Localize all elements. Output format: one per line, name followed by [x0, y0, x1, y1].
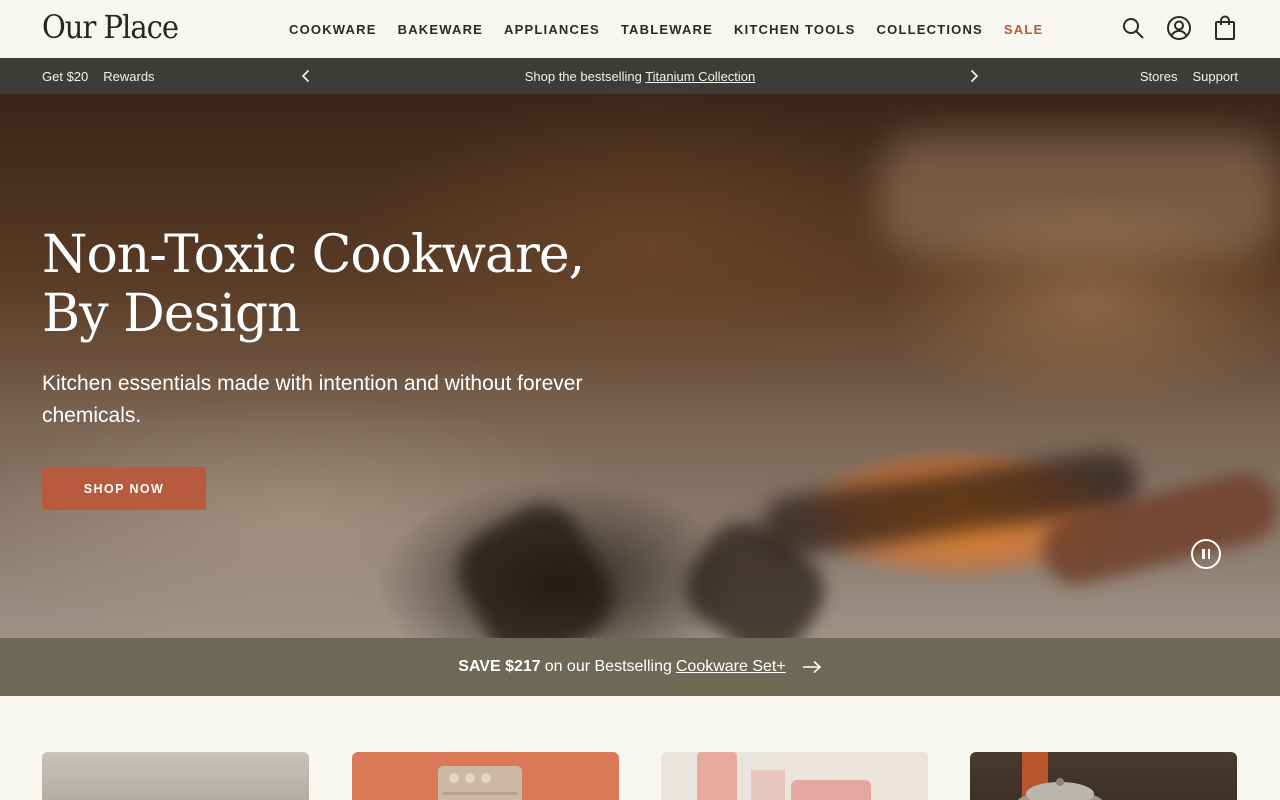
hero-title-line-1: Non-Toxic Cookware, — [42, 225, 585, 285]
product-card[interactable] — [42, 752, 309, 800]
announcement-prefix: Shop the bestselling — [524, 69, 642, 84]
account-icon[interactable] — [1166, 14, 1192, 42]
pause-icon[interactable] — [1191, 539, 1221, 569]
hero-background-pan — [880, 134, 1280, 254]
nav-item-appliances[interactable]: APPLIANCES — [504, 22, 600, 37]
announcement-bar: Get $20 Rewards Shop the bestselling Tit… — [0, 58, 1280, 94]
hero-subtitle: Kitchen essentials made with intention a… — [42, 372, 583, 427]
promo-text: on our Bestselling — [544, 658, 672, 675]
shop-now-button[interactable]: SHOP NOW — [42, 467, 206, 510]
product-card[interactable] — [352, 752, 619, 800]
bakeware-image — [697, 752, 871, 800]
toaster-oven-image — [438, 766, 522, 800]
nav-item-kitchen-tools[interactable]: KITCHEN TOOLS — [734, 22, 856, 37]
nav-item-cookware[interactable]: COOKWARE — [289, 22, 377, 37]
hero-banner: Non-Toxic Cookware, By Design Kitchen es… — [0, 94, 1280, 638]
nav-item-collections[interactable]: COLLECTIONS — [877, 22, 983, 37]
bag-icon[interactable] — [1212, 14, 1238, 42]
site-header: Our Place COOKWARE BAKEWARE APPLIANCES T… — [0, 0, 1280, 58]
cookware-set-link[interactable]: Cookware Set+ — [676, 658, 786, 676]
hero-title: Non-Toxic Cookware, By Design — [42, 226, 642, 344]
promo-bar: SAVE $217 on our Bestselling Cookware Se… — [0, 638, 1280, 696]
hero-title-line-2: By Design — [42, 284, 301, 344]
arrow-right-icon[interactable] — [802, 660, 822, 674]
stores-link[interactable]: Stores — [1140, 69, 1178, 84]
titanium-collection-link[interactable]: Titanium Collection — [645, 69, 755, 84]
main-nav: COOKWARE BAKEWARE APPLIANCES TABLEWARE K… — [289, 0, 1043, 58]
brand-logo[interactable]: Our Place — [42, 9, 179, 46]
product-card[interactable] — [970, 752, 1237, 800]
product-card-row — [42, 752, 1238, 800]
nav-item-tableware[interactable]: TABLEWARE — [621, 22, 713, 37]
hero-background-grate — [443, 490, 627, 638]
nav-item-sale[interactable]: SALE — [1004, 22, 1043, 37]
product-card[interactable] — [661, 752, 928, 800]
chevron-right-icon[interactable] — [966, 67, 982, 85]
cookware-image — [1017, 752, 1103, 800]
nav-item-bakeware[interactable]: BAKEWARE — [398, 22, 483, 37]
search-icon[interactable] — [1120, 14, 1146, 42]
announcement-right-links: Stores Support — [1140, 69, 1238, 84]
header-actions — [1120, 14, 1238, 42]
announcement-message: Shop the bestselling Titanium Collection — [0, 69, 1280, 84]
promo-savings: SAVE $217 — [458, 658, 541, 675]
support-link[interactable]: Support — [1192, 69, 1238, 84]
